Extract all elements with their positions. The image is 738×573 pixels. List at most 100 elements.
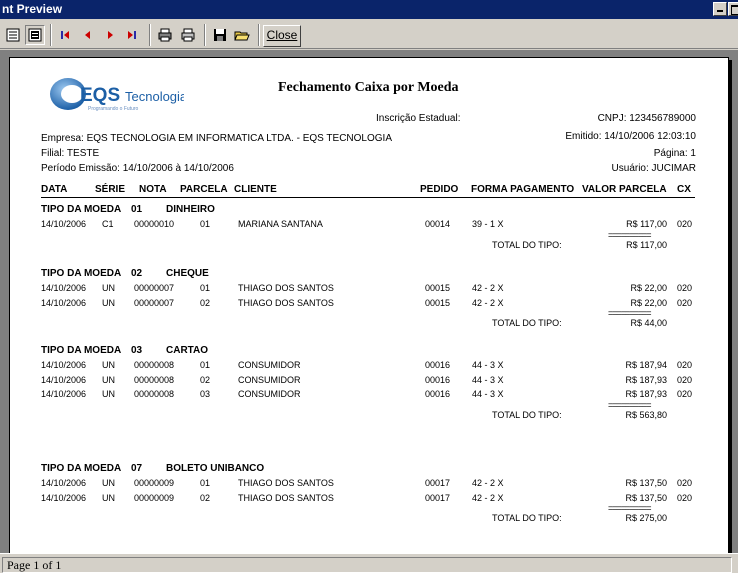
col-header-valor: VALOR PARCELA — [582, 184, 667, 195]
cell-cx: 020 — [677, 219, 693, 229]
cell-data: 14/10/2006 — [41, 283, 87, 293]
toolbar-separator — [149, 24, 151, 46]
cell-pedido: 00016 — [425, 360, 451, 370]
window-title: nt Preview — [2, 2, 63, 16]
cell-forma: 44 - 3 X — [472, 389, 504, 399]
cell-cliente: CONSUMIDOR — [238, 374, 301, 385]
cell-parcela: 01 — [200, 478, 211, 488]
first-page-button[interactable] — [55, 25, 75, 45]
double-rule: ========== — [608, 503, 652, 513]
preview-toolbar: Close — [0, 19, 738, 49]
cell-valor: R$ 187,93 — [625, 389, 667, 399]
cell-cliente: THIAGO DOS SANTOS — [238, 283, 334, 293]
printer-setup-icon — [158, 28, 172, 42]
cell-cliente: THIAGO DOS SANTOS — [238, 478, 334, 488]
cell-cliente: MARIANA SANTANA — [238, 219, 323, 229]
cell-pedido: 00017 — [425, 492, 451, 503]
cell-pedido: 00017 — [425, 478, 451, 488]
cell-serie: UN — [102, 374, 115, 385]
cell-nota: 00000008 — [134, 374, 175, 385]
cell-parcela: 03 — [200, 389, 211, 399]
page-width-icon — [28, 28, 42, 42]
open-button[interactable] — [232, 25, 252, 45]
group-code: 03 — [131, 345, 143, 356]
group-label: TIPO DA MOEDA — [41, 268, 122, 279]
cell-serie: UN — [102, 492, 115, 503]
cell-cx: 020 — [677, 283, 693, 293]
group-name: CHEQUE — [166, 268, 209, 279]
close-button[interactable]: Close — [263, 25, 301, 47]
group-label: TIPO DA MOEDA — [41, 345, 122, 356]
cnpj-text: CNPJ: 123456789000 — [597, 113, 696, 124]
cell-parcela: 01 — [200, 283, 211, 293]
print-button[interactable] — [178, 25, 198, 45]
next-page-button[interactable] — [100, 25, 120, 45]
page-width-view-button[interactable] — [25, 25, 45, 45]
last-page-button[interactable] — [122, 25, 142, 45]
group-code: 02 — [131, 268, 143, 279]
first-page-icon — [61, 31, 69, 39]
previous-page-button[interactable] — [78, 25, 98, 45]
save-button[interactable] — [210, 25, 230, 45]
cell-serie: UN — [102, 478, 115, 488]
open-folder-icon — [234, 31, 250, 41]
toolbar-separator — [50, 24, 52, 46]
cell-data: 14/10/2006 — [41, 297, 87, 308]
cell-forma: 44 - 3 X — [472, 374, 504, 385]
cell-data: 14/10/2006 — [41, 360, 87, 370]
col-header-data: DATA — [41, 184, 68, 195]
svg-text:Programando o Futuro: Programando o Futuro — [88, 106, 139, 112]
cell-cliente: THIAGO DOS SANTOS — [238, 297, 334, 308]
cell-nota: 00000009 — [134, 478, 175, 488]
cell-valor: R$ 117,00 — [626, 219, 667, 229]
total-label: TOTAL DO TIPO: — [492, 239, 562, 250]
cell-cliente: CONSUMIDOR — [238, 389, 301, 399]
cell-forma: 42 - 2 X — [472, 492, 504, 503]
periodo-text: Período Emissão: 14/10/2006 à 14/10/2006 — [41, 163, 234, 174]
svg-text:Tecnologia: Tecnologia — [125, 89, 184, 104]
cell-valor: R$ 22,00 — [630, 297, 667, 308]
col-header-pedido: PEDIDO — [420, 184, 459, 195]
filial-text: Filial: TESTE — [41, 148, 100, 159]
maximize-button[interactable] — [728, 2, 738, 16]
toolbar-separator — [258, 24, 260, 46]
cell-valor: R$ 187,94 — [625, 360, 667, 370]
preview-area: EQS Tecnologia Programando o Futuro Fech… — [0, 50, 738, 553]
group-label: TIPO DA MOEDA — [41, 204, 122, 215]
cell-valor: R$ 187,93 — [625, 374, 667, 385]
group-total: R$ 117,00 — [626, 239, 667, 250]
cell-parcela: 02 — [200, 297, 211, 308]
group-name: BOLETO UNIBANCO — [166, 463, 265, 474]
double-rule: ========== — [608, 308, 652, 318]
whole-page-view-button[interactable] — [3, 25, 23, 45]
inscricao-label: Inscrição Estadual: — [376, 113, 461, 124]
pagina-text: Página: 1 — [653, 148, 696, 159]
cell-serie: UN — [102, 297, 115, 308]
cell-data: 14/10/2006 — [41, 374, 87, 385]
printer-setup-button[interactable] — [155, 25, 175, 45]
cell-valor: R$ 137,50 — [625, 478, 667, 488]
group-total: R$ 275,00 — [625, 513, 667, 523]
cell-serie: UN — [102, 283, 115, 293]
page-status: Page 1 of 1 — [2, 557, 732, 573]
cell-parcela: 02 — [200, 492, 211, 503]
cell-cx: 020 — [677, 389, 693, 399]
minimize-button[interactable] — [713, 2, 727, 16]
col-header-cliente: CLIENTE — [234, 184, 277, 195]
cell-cliente: THIAGO DOS SANTOS — [238, 492, 334, 503]
printer-icon — [181, 28, 195, 42]
cell-valor: R$ 137,50 — [625, 492, 667, 503]
cell-pedido: 00014 — [425, 219, 451, 229]
previous-page-icon — [85, 31, 90, 39]
cell-nota: 00000007 — [134, 283, 175, 293]
floppy-disk-icon — [214, 29, 226, 41]
cell-serie: UN — [102, 389, 115, 399]
last-page-icon — [128, 31, 136, 39]
cell-parcela: 01 — [200, 219, 211, 229]
empresa-text: Empresa: EQS TECNOLOGIA EM INFORMATICA L… — [41, 133, 392, 144]
report-title: Fechamento Caixa por Moeda — [278, 80, 459, 95]
group-name: DINHEIRO — [166, 204, 215, 215]
cell-nota: 00000009 — [134, 492, 175, 503]
cell-forma: 42 - 2 X — [472, 283, 504, 293]
cell-cx: 020 — [677, 492, 693, 503]
